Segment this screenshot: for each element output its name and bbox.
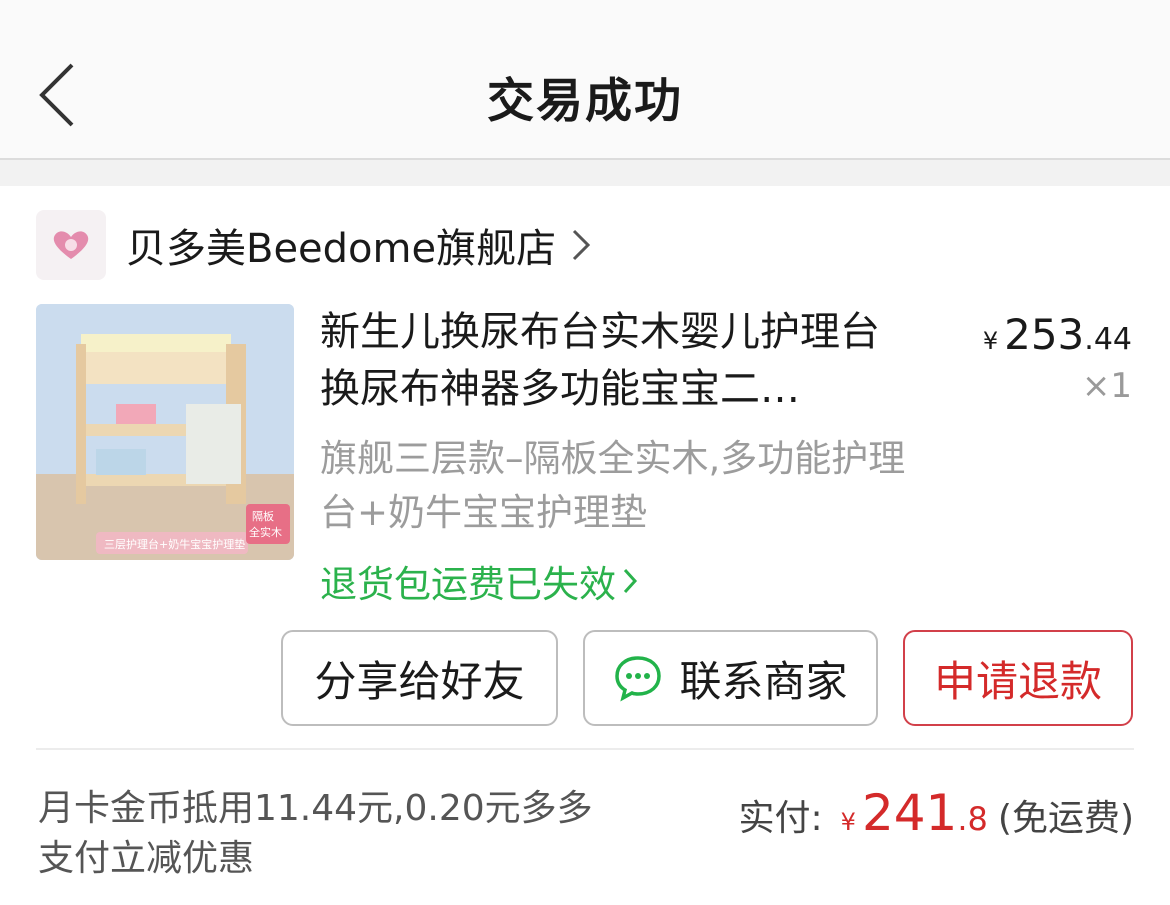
price-integer: 253 — [1004, 310, 1085, 359]
nav-bar: 交易成功 — [0, 0, 1170, 160]
image-caption: 三层护理台+奶牛宝宝护理垫 — [104, 537, 245, 551]
request-refund-button[interactable]: 申请退款 — [903, 630, 1133, 726]
divider — [36, 748, 1134, 750]
contact-merchant-label: 联系商家 — [679, 656, 848, 706]
paid-decimal: .8 — [957, 800, 988, 838]
paid-label: 实付: — [738, 798, 823, 839]
page-title: 交易成功 — [487, 74, 683, 129]
store-link[interactable]: 贝多美Beedome旗舰店 — [36, 210, 592, 280]
paid-amount: 实付: ¥ 241 .8 (免运费) — [739, 784, 1134, 842]
paid-currency: ¥ — [840, 808, 856, 836]
product-image[interactable]: 三层护理台+奶牛宝宝护理垫 隔板 全实木 — [36, 304, 294, 560]
svg-text:隔板: 隔板 — [252, 509, 274, 523]
order-card: 贝多美Beedome旗舰店 三层护理台+奶牛宝宝护理垫 隔板 全实木 新生儿换尿… — [0, 186, 1170, 905]
product-title[interactable]: 新生儿换尿布台实木婴儿护理台换尿布神器多功能宝宝二… — [320, 304, 910, 418]
return-shipping-insurance[interactable]: 退货包运费已失效 — [320, 554, 638, 608]
chevron-right-icon — [623, 568, 638, 594]
contact-merchant-button[interactable]: 联系商家 — [583, 630, 878, 726]
paid-integer: 241 — [861, 784, 958, 842]
svg-text:全实木: 全实木 — [249, 525, 282, 539]
price-currency: ¥ — [982, 327, 999, 355]
changing-table-image: 三层护理台+奶牛宝宝护理垫 隔板 全实木 — [36, 304, 294, 560]
product-price: ¥253.44 — [983, 310, 1132, 359]
product-quantity: ×1 — [1081, 366, 1132, 406]
discount-note: 月卡金币抵用11.44元,0.20元多多支付立减优惠 — [38, 788, 593, 879]
chevron-right-icon — [573, 229, 591, 261]
store-logo — [36, 210, 106, 280]
share-button[interactable]: 分享给好友 — [281, 630, 558, 726]
chat-bubble-icon — [615, 656, 662, 702]
store-logo-icon — [53, 231, 89, 259]
price-decimal: .44 — [1084, 322, 1132, 357]
return-shipping-label: 退货包运费已失效 — [320, 563, 616, 606]
shipping-note: (免运费) — [997, 798, 1134, 839]
product-sku: 旗舰三层款–隔板全实木,多功能护理台+奶牛宝宝护理垫 — [320, 437, 906, 534]
store-name: 贝多美Beedome旗舰店 — [126, 226, 557, 272]
